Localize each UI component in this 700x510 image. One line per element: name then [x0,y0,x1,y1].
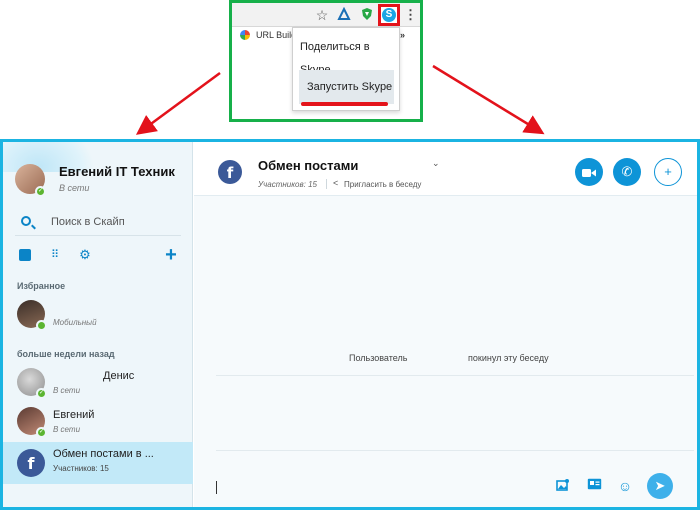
chevron-down-icon[interactable]: ⌄ [432,158,440,169]
bookmarks-more-icon[interactable]: » [400,27,405,43]
dialpad-icon[interactable]: ⠿ [49,249,61,261]
contact-list-item[interactable]: ✓ Евгений В сети [3,404,193,442]
phone-icon: ✆ [621,164,633,179]
send-contact-icon[interactable] [586,478,602,494]
message-input[interactable] [216,481,217,494]
send-button[interactable]: ➤ [647,473,673,499]
mobile-status-icon [36,320,47,331]
chat-header: f Обмен постами ⌄ Участников: 15 < Пригл… [194,142,697,196]
skype-extension-popup: Поделиться в Skype Запустить Skype [292,27,400,111]
contacts-icon[interactable] [19,249,31,261]
skype-extension-button[interactable]: S [378,4,400,26]
member-count[interactable]: Участников: 15 [258,180,317,189]
search-input[interactable] [51,213,171,231]
launch-skype-item[interactable]: Запустить Skype [299,70,394,104]
emoji-icon[interactable]: ☺ [617,478,633,494]
skype-icon: S [382,8,396,22]
browser-toolbar: ☆ S ⋮ [232,3,420,27]
share-icon: < [333,178,339,188]
contact-name: Обмен постами в ... [53,448,154,460]
chat-title[interactable]: Обмен постами [258,158,358,173]
chat-avatar[interactable]: f [218,160,242,184]
contact-list-item[interactable]: Мобильный [3,297,193,335]
settings-gear-icon[interactable]: ⚙ [79,248,91,261]
contact-status: Мобильный [53,318,97,327]
browser-extension-area: ☆ S ⋮ URL Build » Поделиться в Skype Зап… [229,0,423,122]
online-status-icon: ✓ [35,186,46,197]
arrow-right [432,64,545,135]
bookmark-star-icon[interactable]: ☆ [315,7,329,23]
system-message-text: покинул эту беседу [468,353,549,363]
highlight-underline [301,102,388,106]
extension-triangle-icon[interactable] [337,6,351,23]
add-plus-icon[interactable]: + [165,245,177,265]
send-arrow-icon: ➤ [654,478,666,493]
bookmark-url-builder[interactable]: URL Build [256,27,296,43]
arrow-left [135,71,221,135]
search-box[interactable] [15,208,181,236]
chat-panel: f Обмен постами ⌄ Участников: 15 < Пригл… [194,142,697,507]
contact-list-item[interactable]: ✓ Денис В сети [3,365,193,403]
audio-call-button[interactable]: ✆ [613,158,641,186]
search-icon [21,216,31,226]
contact-status: В сети [53,425,81,434]
invite-link[interactable]: Пригласить в беседу [344,180,421,189]
profile-name[interactable]: Евгений IT Техник [59,164,175,179]
system-message-user: Пользователь [349,353,408,363]
contact-status: Участников: 15 [53,464,109,473]
favorites-heading: Избранное [17,281,66,291]
message-divider [216,375,694,376]
profile-status: В сети [59,183,90,193]
video-call-button[interactable] [575,158,603,186]
divider [326,179,327,189]
extension-shield-icon[interactable] [360,7,374,23]
online-status-icon: ✓ [36,388,47,399]
chrome-icon [240,30,250,40]
contact-name: Евгений [53,409,95,421]
contact-status: В сети [53,386,81,395]
facebook-group-icon: f [17,449,45,477]
skype-window: ✓ Евгений IT Техник В сети ⠿ ⚙ + Избранн… [0,139,700,510]
send-image-icon[interactable] [555,478,571,494]
online-status-icon: ✓ [36,427,47,438]
contact-name: Денис [103,370,135,382]
older-heading: больше недели назад [17,349,115,359]
add-people-button[interactable]: + [654,158,682,186]
video-camera-icon [582,168,596,177]
browser-menu-icon[interactable]: ⋮ [404,7,417,23]
contact-list-item-active[interactable]: f Обмен постами в ... Участников: 15 [3,442,193,484]
add-person-icon: + [664,164,672,179]
sidebar: ✓ Евгений IT Техник В сети ⠿ ⚙ + Избранн… [3,142,193,507]
composer-divider [216,450,694,451]
